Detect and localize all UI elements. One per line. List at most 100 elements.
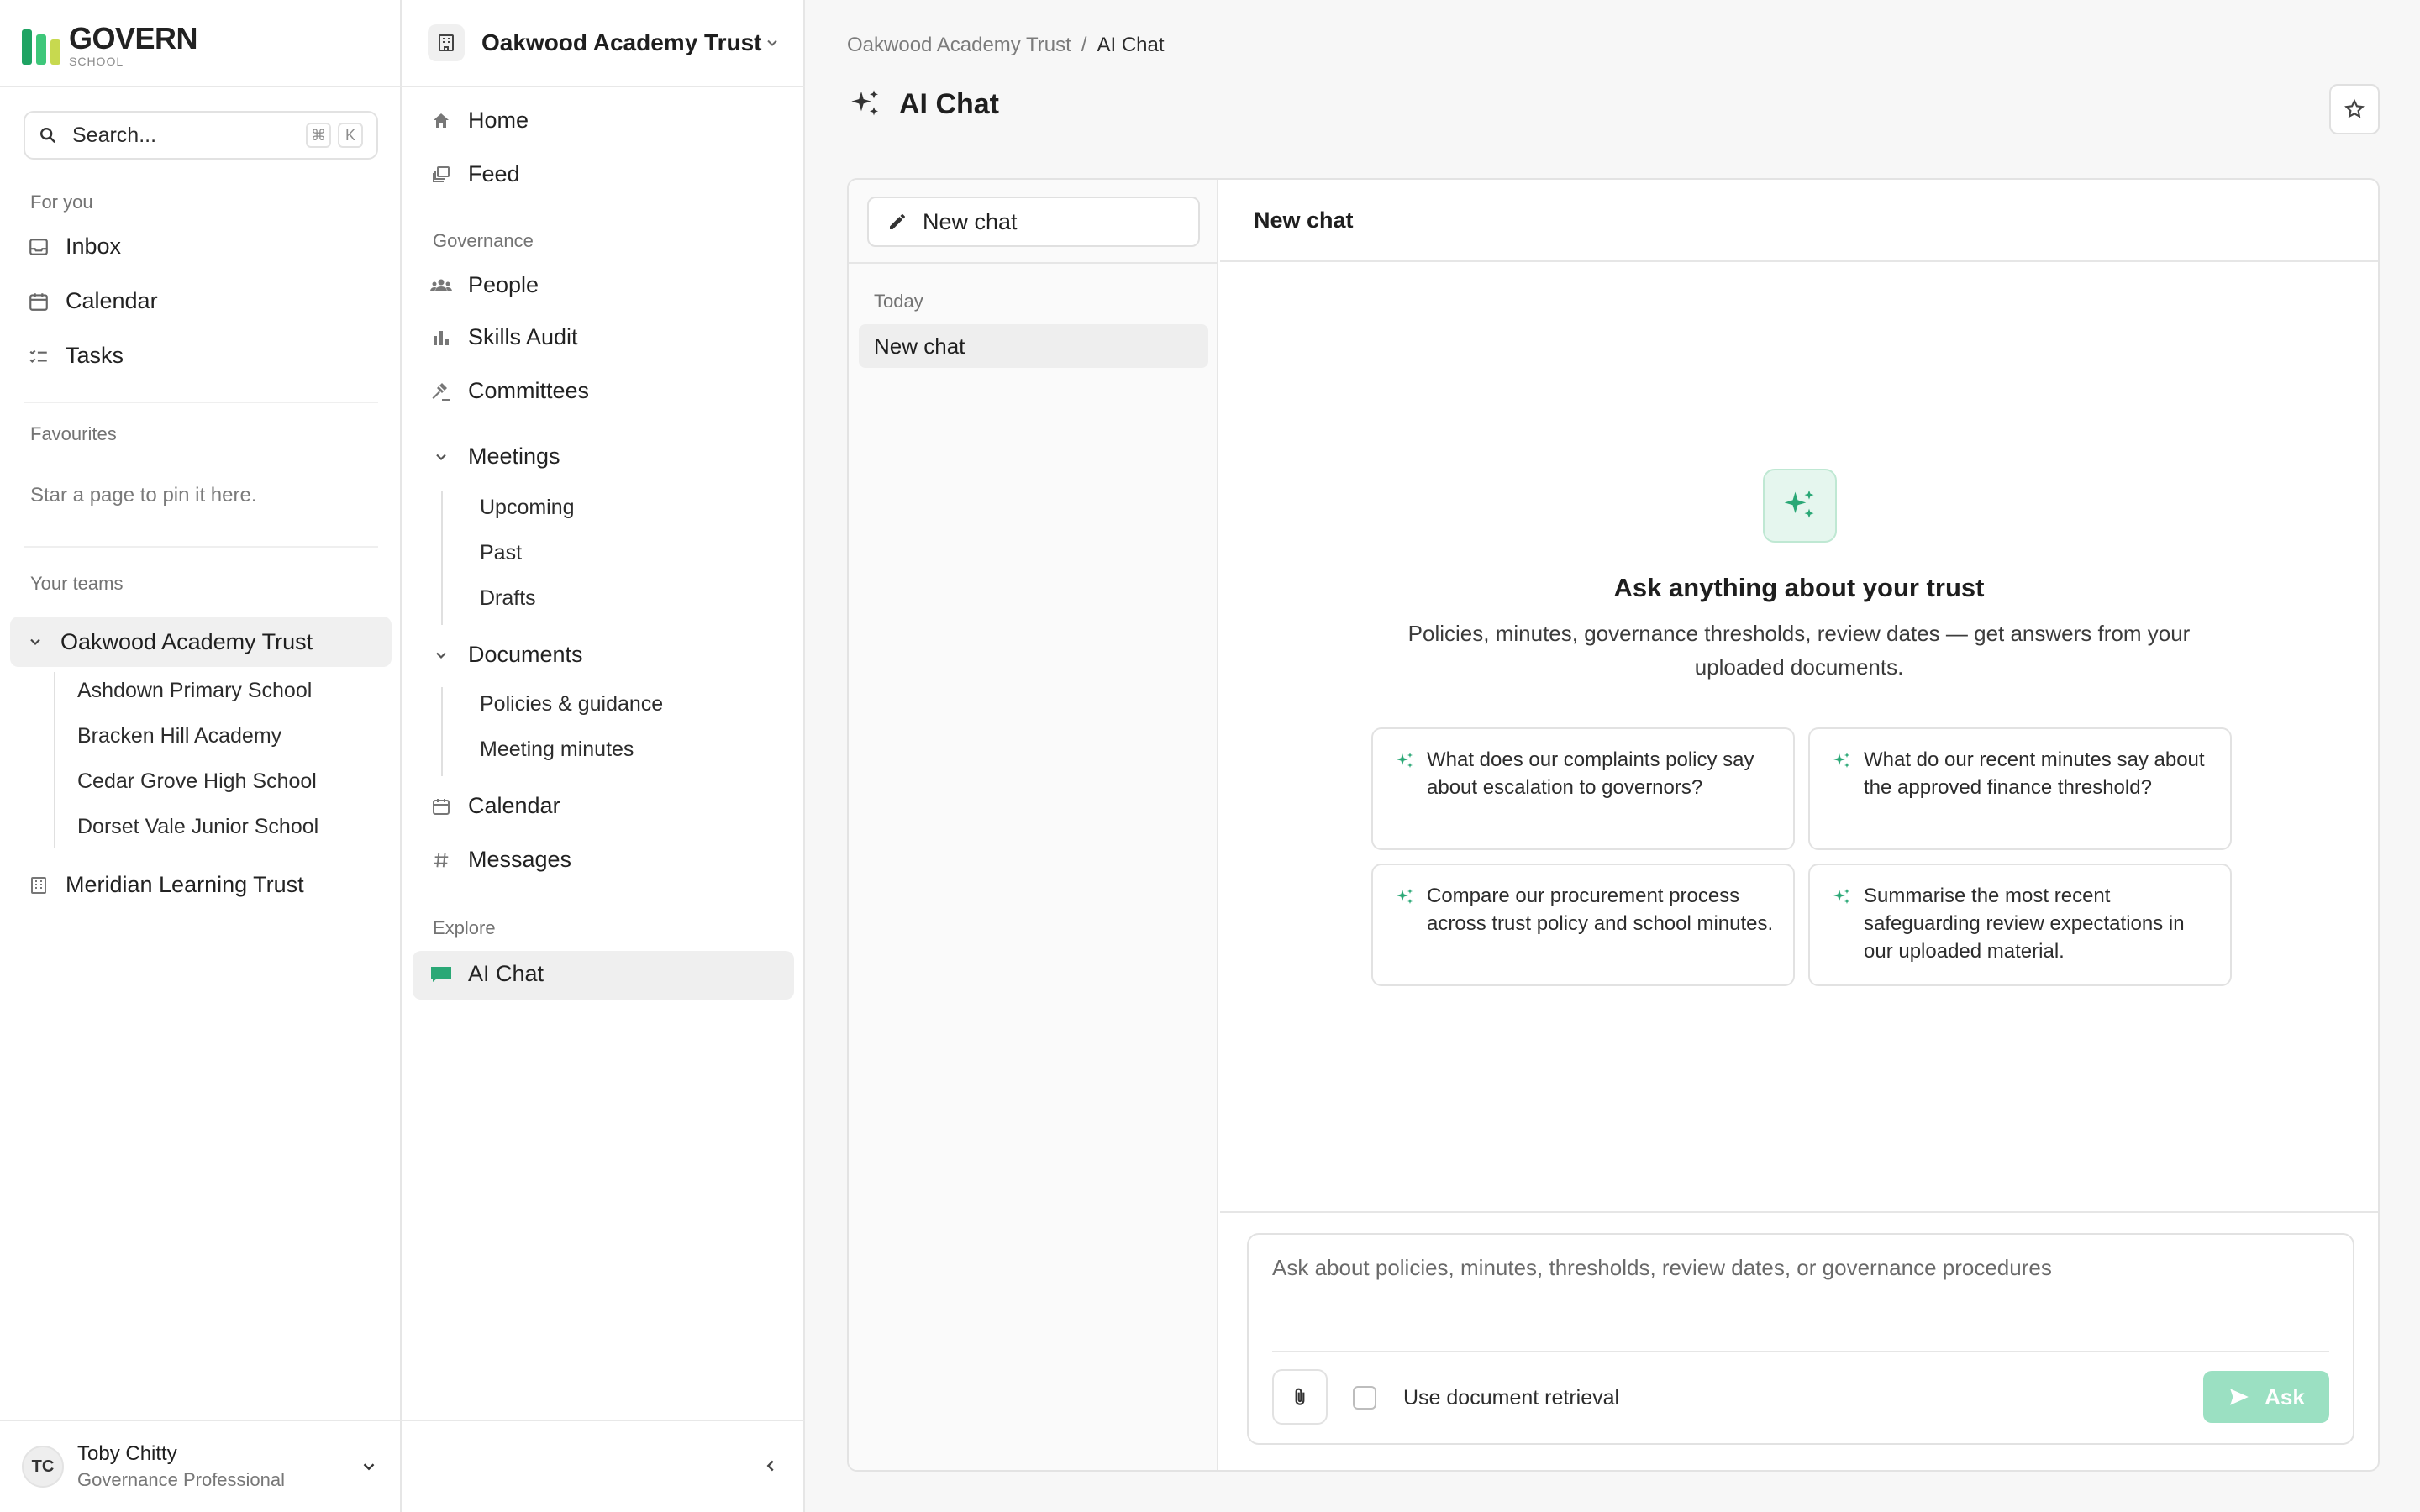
school-item[interactable]: Bracken Hill Academy <box>77 724 281 748</box>
nav-meetings-drafts[interactable]: Drafts <box>480 586 536 611</box>
chat-bubble-icon <box>429 963 453 986</box>
suggestion-card[interactable]: What does our complaints policy say abou… <box>1371 727 1795 850</box>
divider <box>0 86 402 87</box>
nav-label: Documents <box>468 642 583 667</box>
feed-icon <box>429 163 453 186</box>
suggestion-card[interactable]: Compare our procurement process across t… <box>1371 864 1795 986</box>
nav-label: People <box>468 272 539 297</box>
divider <box>402 86 805 87</box>
nav-people[interactable]: People <box>429 272 539 298</box>
divider <box>1272 1351 2329 1352</box>
nav-documents-policies[interactable]: Policies & guidance <box>480 692 663 717</box>
empty-state-title: Ask anything about your trust <box>1613 573 1985 602</box>
nav-meetings[interactable]: Meetings <box>429 444 560 470</box>
chat-history-panel: New chat Today New chat <box>849 180 1218 1470</box>
page-title: AI Chat <box>849 87 999 121</box>
page-title-text: AI Chat <box>899 87 999 120</box>
nav-meetings-upcoming[interactable]: Upcoming <box>480 496 575 520</box>
nav-calendar[interactable]: Calendar <box>429 793 560 819</box>
brand-logo[interactable]: GOVERN SCHOOL <box>22 21 198 69</box>
chevron-down-icon <box>360 1457 378 1476</box>
chevron-down-icon <box>27 633 44 650</box>
primary-sidebar: GOVERN SCHOOL Search... ⌘ K For you Inbo… <box>0 0 402 1512</box>
sparkles-icon <box>1395 751 1415 848</box>
chat-list-item[interactable]: New chat <box>859 324 1208 368</box>
logo-bars-icon <box>22 26 60 65</box>
hash-icon <box>429 848 453 872</box>
team-label: Meridian Learning Trust <box>66 872 304 897</box>
suggestion-text: Summarise the most recent safeguarding r… <box>1864 885 2185 963</box>
breadcrumb-separator: / <box>1081 34 1087 56</box>
sidebar-item-inbox[interactable]: Inbox <box>27 234 121 260</box>
brand-name: GOVERN <box>69 21 198 55</box>
nav-documents-minutes[interactable]: Meeting minutes <box>480 738 634 762</box>
search-input[interactable]: Search... ⌘ K <box>24 111 378 160</box>
favourites-label: Favourites <box>30 423 117 444</box>
breadcrumb: Oakwood Academy Trust / AI Chat <box>847 34 1165 57</box>
favourites-empty-text: Star a page to pin it here. <box>30 484 257 507</box>
nav-label: Meetings <box>468 444 560 469</box>
ask-button[interactable]: Ask <box>2203 1371 2329 1423</box>
nav-skills-audit[interactable]: Skills Audit <box>429 324 578 350</box>
nav-label: Committees <box>468 378 590 403</box>
suggestion-text: Compare our procurement process across t… <box>1427 885 1774 935</box>
pencil-icon <box>887 212 908 232</box>
empty-state-subtitle: Policies, minutes, governance thresholds… <box>1407 621 2191 680</box>
user-menu[interactable]: TC Toby Chitty Governance Professional <box>0 1420 402 1512</box>
explore-label: Explore <box>433 917 496 938</box>
send-icon <box>2228 1386 2251 1408</box>
nav-meetings-past[interactable]: Past <box>480 541 522 565</box>
school-item[interactable]: Dorset Vale Junior School <box>77 815 318 839</box>
shortcut-key-k: K <box>338 123 363 148</box>
user-role: Governance Professional <box>77 1469 286 1490</box>
nav-committees[interactable]: Committees <box>429 378 589 404</box>
sparkles-icon <box>1395 887 1415 984</box>
team-label: Oakwood Academy Trust <box>60 628 313 654</box>
tree-line <box>54 672 55 848</box>
divider <box>24 402 378 403</box>
sidebar-item-calendar[interactable]: Calendar <box>27 288 158 314</box>
sparkles-icon <box>1763 469 1837 543</box>
sidebar-item-label: Tasks <box>66 343 124 368</box>
team-meridian[interactable]: Meridian Learning Trust <box>27 872 304 898</box>
nav-home[interactable]: Home <box>429 108 529 134</box>
nav-documents[interactable]: Documents <box>429 642 583 668</box>
tree-line <box>441 687 443 776</box>
nav-messages[interactable]: Messages <box>429 847 571 873</box>
favourite-button[interactable] <box>2329 84 2380 134</box>
nav-feed[interactable]: Feed <box>429 161 520 187</box>
nav-label: AI Chat <box>468 961 544 986</box>
new-chat-button[interactable]: New chat <box>867 197 1200 247</box>
inbox-icon <box>27 235 50 259</box>
breadcrumb-parent[interactable]: Oakwood Academy Trust <box>847 34 1071 57</box>
breadcrumb-current: AI Chat <box>1097 34 1165 56</box>
people-icon <box>429 274 453 297</box>
sidebar-item-tasks[interactable]: Tasks <box>27 343 124 369</box>
org-switcher[interactable]: Oakwood Academy Trust <box>428 24 781 62</box>
suggestion-card[interactable]: Summarise the most recent safeguarding r… <box>1808 864 2232 986</box>
school-item[interactable]: Cedar Grove High School <box>77 769 317 794</box>
tasks-icon <box>27 344 50 368</box>
for-you-label: For you <box>30 192 93 213</box>
calendar-icon <box>429 795 453 818</box>
message-input[interactable]: Ask about policies, minutes, thresholds,… <box>1272 1255 2052 1281</box>
retrieval-checkbox[interactable] <box>1353 1386 1376 1410</box>
shortcut-key-cmd: ⌘ <box>306 123 331 148</box>
collapse-bar <box>402 1420 805 1512</box>
nav-label: Feed <box>468 161 520 186</box>
suggestion-card[interactable]: What do our recent minutes say about the… <box>1808 727 2232 850</box>
team-oakwood[interactable]: Oakwood Academy Trust <box>10 617 392 667</box>
brand-sub: SCHOOL <box>69 55 124 68</box>
collapse-sidebar-icon[interactable] <box>761 1457 780 1475</box>
school-item[interactable]: Ashdown Primary School <box>77 679 312 703</box>
divider <box>24 546 378 548</box>
governance-label: Governance <box>433 230 534 251</box>
nav-ai-chat[interactable]: AI Chat <box>429 961 544 987</box>
attach-button[interactable] <box>1272 1369 1328 1425</box>
user-name: Toby Chitty <box>77 1442 177 1465</box>
tree-line <box>441 491 443 625</box>
chat-header: New chat <box>1220 180 2378 262</box>
calendar-icon <box>27 290 50 313</box>
message-composer[interactable]: Ask about policies, minutes, thresholds,… <box>1247 1233 2354 1445</box>
chevron-down-icon <box>429 643 453 667</box>
